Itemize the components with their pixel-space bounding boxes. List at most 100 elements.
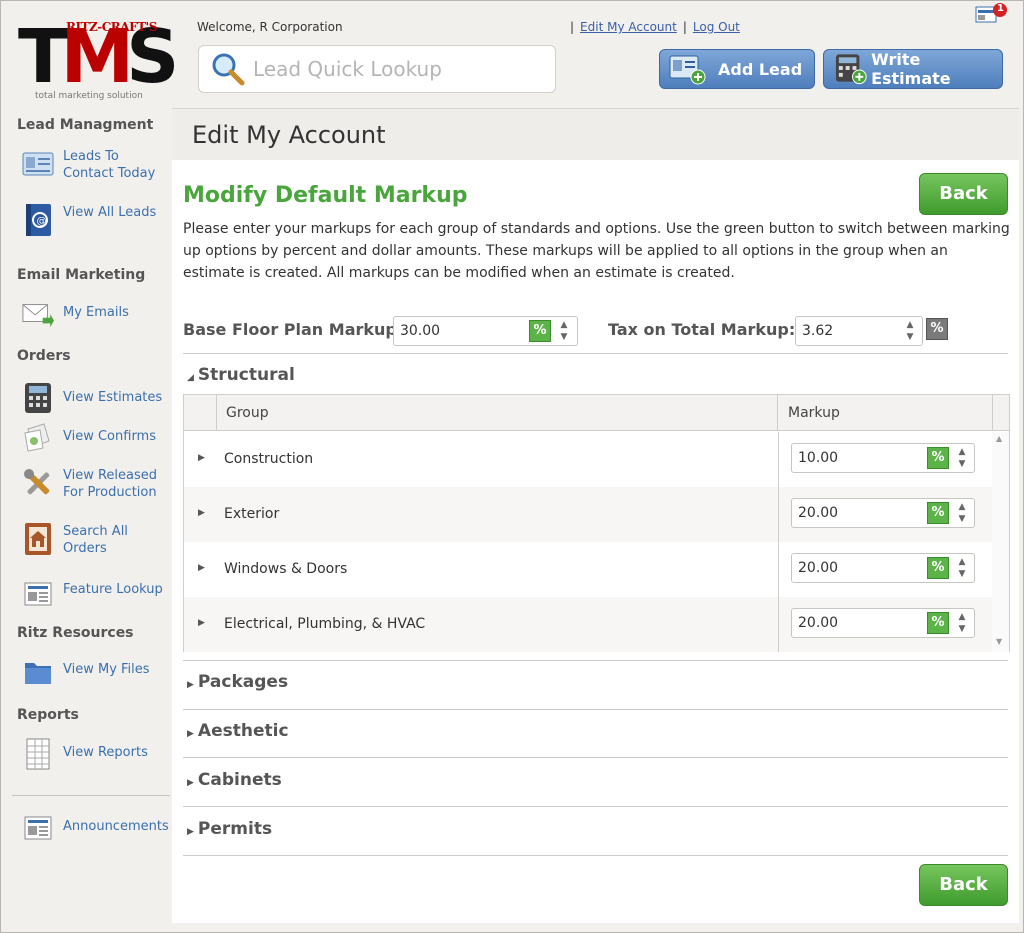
sidebar-item-view-released-for-production[interactable]: View Released For Production — [22, 467, 163, 501]
spinner-arrows[interactable]: ▲ ▼ — [558, 319, 570, 343]
spinner-arrows[interactable]: ▲ ▼ — [956, 611, 968, 635]
sidebar-item-label: My Emails — [63, 305, 129, 320]
notifications-button[interactable]: 1 — [975, 2, 1009, 24]
accordion-aesthetic[interactable]: ▶ Aesthetic — [187, 721, 289, 741]
add-lead-button[interactable]: Add Lead — [659, 49, 815, 89]
spreadsheet-icon — [22, 738, 54, 770]
back-button-bottom[interactable]: Back — [919, 864, 1008, 906]
address-book-icon: @ — [22, 204, 54, 236]
welcome-text: Welcome, R Corporation — [197, 20, 343, 34]
sidebar-item-leads-to-contact-today[interactable]: Leads To Contact Today — [22, 148, 163, 182]
table-row[interactable]: ▶ Electrical, Plumbing, & HVAC 20.00 % ▲… — [184, 597, 992, 652]
table-row[interactable]: ▶ Windows & Doors 20.00 % ▲ ▼ — [184, 542, 992, 597]
table-row[interactable]: ▶ Exterior 20.00 % ▲ ▼ — [184, 487, 992, 542]
sidebar-item-my-emails[interactable]: My Emails — [22, 298, 163, 330]
accordion-cabinets[interactable]: ▶ Cabinets — [187, 770, 282, 790]
structural-markup-grid: Group Markup ▶ Construction 10.00 % ▲ ▼ ▶… — [183, 394, 1010, 652]
logo-brand-text: RITZ-CRAFT'S — [66, 20, 157, 34]
sidebar-item-announcements[interactable]: Announcements — [22, 812, 169, 844]
accordion-label: Structural — [197, 365, 295, 385]
percent-toggle-button[interactable]: % — [529, 320, 551, 342]
edit-my-account-link[interactable]: Edit My Account — [580, 20, 677, 34]
spinner-arrows[interactable]: ▲ ▼ — [956, 446, 968, 470]
search-placeholder: Lead Quick Lookup — [253, 57, 442, 81]
sidebar-item-feature-lookup[interactable]: Feature Lookup — [22, 578, 163, 610]
divider — [183, 757, 1008, 758]
section-title: Modify Default Markup — [183, 183, 468, 208]
instructions-text: Please enter your markups for each group… — [183, 221, 1010, 281]
sidebar-item-search-all-orders[interactable]: Search All Orders — [22, 523, 163, 557]
tools-icon — [22, 467, 54, 499]
percent-toggle-button[interactable]: % — [927, 612, 949, 634]
column-header-group: Group — [226, 405, 269, 421]
divider — [183, 353, 1008, 354]
group-name: Windows & Doors — [224, 561, 348, 577]
caret-right-icon: ▶ — [187, 729, 194, 739]
spinner-arrows[interactable]: ▲ ▼ — [904, 319, 916, 343]
divider — [183, 709, 1008, 710]
tax-markup-value: 3.62 — [802, 323, 834, 339]
percent-toggle-button[interactable]: % — [927, 447, 949, 469]
account-links: | Edit My Account | Log Out — [570, 20, 740, 34]
sidebar-item-label: View Estimates — [63, 390, 163, 405]
tms-logo[interactable]: TMS RITZ-CRAFT'S total marketing solutio… — [16, 16, 179, 104]
markup-input[interactable]: 20.00 % ▲ ▼ — [791, 498, 975, 528]
percent-toggle-button[interactable]: % — [927, 557, 949, 579]
spinner-arrows[interactable]: ▲ ▼ — [956, 556, 968, 580]
tax-on-total-markup-label: Tax on Total Markup: — [608, 320, 796, 339]
markup-input[interactable]: 20.00 % ▲ ▼ — [791, 608, 975, 638]
accordion-label: Permits — [197, 819, 273, 839]
tax-on-total-markup-input[interactable]: 3.62 ▲ ▼ — [795, 316, 923, 346]
write-estimate-button[interactable]: Write Estimate — [823, 49, 1003, 89]
folder-icon — [22, 656, 54, 688]
percent-toggle-button[interactable]: % — [927, 502, 949, 524]
log-out-link[interactable]: Log Out — [693, 20, 740, 34]
expand-row-icon[interactable]: ▶ — [198, 618, 205, 628]
write-estimate-label: Write Estimate — [871, 50, 951, 88]
accordion-permits[interactable]: ▶ Permits — [187, 819, 272, 839]
sidebar-section-orders: Orders — [17, 348, 71, 364]
search-icon — [212, 53, 245, 86]
expand-row-icon[interactable]: ▶ — [198, 453, 205, 463]
spinner-arrows[interactable]: ▲ ▼ — [956, 501, 968, 525]
mail-send-icon — [22, 298, 54, 330]
expand-row-icon[interactable]: ▶ — [198, 563, 205, 573]
accordion-label: Packages — [197, 672, 289, 692]
sidebar-item-label: Leads To Contact Today — [63, 149, 156, 181]
group-name: Exterior — [224, 506, 280, 522]
group-name: Electrical, Plumbing, & HVAC — [224, 616, 426, 632]
main-content: Edit My Account Modify Default Markup Ba… — [172, 108, 1019, 923]
sidebar-item-view-reports[interactable]: View Reports — [22, 738, 163, 770]
sidebar-item-label: Feature Lookup — [63, 582, 163, 597]
accordion-label: Cabinets — [197, 770, 282, 790]
percent-toggle-button[interactable]: % — [926, 318, 948, 340]
markup-input[interactable]: 20.00 % ▲ ▼ — [791, 553, 975, 583]
lead-quick-lookup-input[interactable]: Lead Quick Lookup — [198, 45, 556, 93]
sidebar-item-view-confirms[interactable]: View Confirms — [22, 421, 163, 453]
group-name: Construction — [224, 451, 314, 467]
markup-input[interactable]: 10.00 % ▲ ▼ — [791, 443, 975, 473]
add-lead-icon — [669, 55, 706, 85]
sidebar-item-view-estimates[interactable]: View Estimates — [22, 382, 163, 414]
table-row[interactable]: ▶ Construction 10.00 % ▲ ▼ — [184, 432, 992, 487]
scroll-down-icon[interactable]: ▼ — [996, 637, 1002, 646]
accordion-packages[interactable]: ▶ Packages — [187, 672, 288, 692]
newspaper-icon — [22, 578, 54, 610]
accordion-structural[interactable]: ◢ Structural — [187, 365, 295, 385]
back-button-top[interactable]: Back — [919, 173, 1008, 215]
sidebar-item-view-all-leads[interactable]: @ View All Leads — [22, 204, 163, 236]
base-floor-plan-markup-input[interactable]: 30.00 % ▲ ▼ — [393, 316, 578, 346]
sidebar-item-label: View Released For Production — [63, 468, 158, 500]
grid-scrollbar[interactable]: ▲ ▼ — [992, 432, 1009, 652]
scroll-header-cell — [992, 395, 1009, 431]
expand-row-icon[interactable]: ▶ — [198, 508, 205, 518]
sidebar-item-view-my-files[interactable]: View My Files — [22, 656, 163, 688]
tax-percent-toggle[interactable]: % — [926, 318, 950, 342]
write-estimate-icon — [835, 54, 867, 85]
sidebar-section-ritz-resources: Ritz Resources — [17, 625, 134, 641]
markup-value: 10.00 — [798, 450, 839, 466]
scroll-up-icon[interactable]: ▲ — [996, 434, 1002, 443]
base-floor-plan-label: Base Floor Plan Markup: — [183, 320, 404, 339]
add-lead-label: Add Lead — [718, 59, 803, 79]
document-confirm-icon — [22, 421, 54, 453]
